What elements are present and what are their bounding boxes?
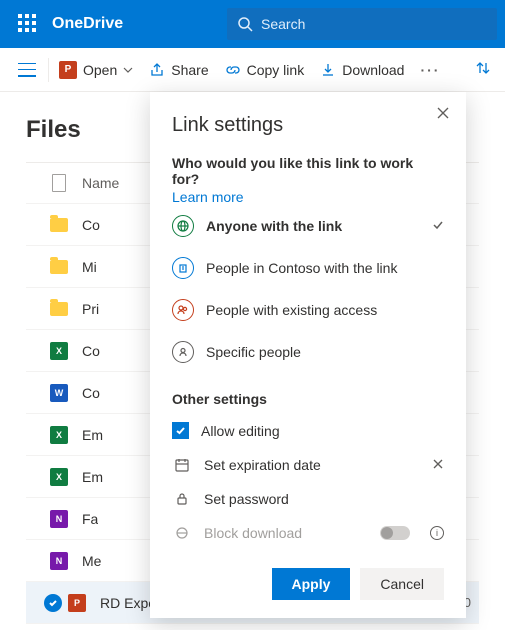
file-generic-icon — [50, 174, 68, 192]
command-bar: Open Share Copy link Download ··· — [0, 48, 505, 92]
more-commands-button[interactable]: ··· — [412, 48, 448, 91]
copy-link-button[interactable]: Copy link — [217, 48, 313, 91]
one-icon: N — [50, 552, 68, 570]
option-label: People in Contoso with the link — [206, 260, 397, 276]
download-icon — [320, 62, 336, 78]
setting-label: Block download — [204, 525, 302, 541]
share-button[interactable]: Share — [141, 48, 216, 91]
app-launcher-icon[interactable] — [18, 14, 38, 34]
lock-icon — [172, 492, 192, 506]
file-name: Me — [82, 553, 101, 569]
option-label: Anyone with the link — [206, 218, 342, 234]
close-icon — [436, 106, 450, 120]
download-label: Download — [342, 62, 404, 78]
scope-option-anyone[interactable]: Anyone with the link — [172, 205, 444, 247]
link-settings-panel: Link settings Who would you like this li… — [150, 92, 466, 618]
block-icon — [172, 526, 192, 540]
divider — [48, 58, 49, 82]
person-icon — [172, 341, 194, 363]
apply-button[interactable]: Apply — [272, 568, 351, 600]
powerpoint-file-icon: P — [68, 594, 86, 612]
option-label: People with existing access — [206, 302, 377, 318]
sort-button[interactable] — [475, 60, 497, 79]
link-icon — [225, 62, 241, 78]
setting-label: Allow editing — [201, 423, 280, 439]
calendar-icon — [172, 457, 192, 473]
scope-option-existing[interactable]: People with existing access — [172, 289, 444, 331]
close-icon — [432, 458, 444, 470]
open-button[interactable]: Open — [51, 48, 141, 91]
xls-icon: X — [50, 342, 68, 360]
copy-link-label: Copy link — [247, 62, 305, 78]
cancel-button[interactable]: Cancel — [360, 568, 444, 600]
checkbox-checked-icon — [172, 422, 189, 439]
column-name[interactable]: Name — [82, 175, 119, 191]
folder-icon — [50, 258, 68, 276]
suite-header: OneDrive Search — [0, 0, 505, 48]
file-name: Mi — [82, 259, 97, 275]
block-download-setting: Block download i — [172, 516, 444, 550]
file-name: Co — [82, 385, 100, 401]
xls-icon: X — [50, 426, 68, 444]
brand-name: OneDrive — [52, 15, 123, 33]
scope-option-specific[interactable]: Specific people — [172, 331, 444, 373]
scope-question: Who would you like this link to work for… — [172, 155, 444, 187]
folder-icon — [50, 300, 68, 318]
file-name: Em — [82, 469, 103, 485]
docx-icon: W — [50, 384, 68, 402]
file-name: Co — [82, 343, 100, 359]
file-name: Pri — [82, 301, 99, 317]
panel-buttons: Apply Cancel — [172, 568, 444, 600]
option-label: Specific people — [206, 344, 301, 360]
other-settings-heading: Other settings — [172, 391, 444, 407]
setting-label: Set password — [204, 491, 289, 507]
close-button[interactable] — [436, 106, 450, 125]
sort-icon — [475, 60, 491, 76]
people-icon — [172, 299, 194, 321]
nav-toggle-icon[interactable] — [18, 63, 36, 77]
ellipsis-icon: ··· — [420, 62, 440, 78]
powerpoint-icon — [59, 61, 77, 79]
xls-icon: X — [50, 468, 68, 486]
chevron-down-icon — [123, 65, 133, 75]
folder-icon — [50, 216, 68, 234]
block-download-toggle — [380, 526, 410, 540]
globe-icon — [172, 215, 194, 237]
info-icon[interactable]: i — [430, 526, 444, 540]
content-area: Files NameCoMiPriXCoWCoXEmXEmNFaNMe P RD… — [0, 92, 505, 624]
expiration-setting[interactable]: Set expiration date — [172, 448, 444, 482]
building-icon — [172, 257, 194, 279]
learn-more-link[interactable]: Learn more — [172, 189, 444, 205]
file-name: Em — [82, 427, 103, 443]
download-button[interactable]: Download — [312, 48, 412, 91]
share-icon — [149, 62, 165, 78]
file-name: Co — [82, 217, 100, 233]
search-placeholder: Search — [261, 16, 305, 32]
search-icon — [237, 16, 253, 32]
file-name: Fa — [82, 511, 98, 527]
allow-editing-toggle[interactable]: Allow editing — [172, 413, 444, 448]
scope-option-org[interactable]: People in Contoso with the link — [172, 247, 444, 289]
open-label: Open — [83, 62, 117, 78]
clear-expiration-button[interactable] — [432, 457, 444, 473]
search-input[interactable]: Search — [227, 8, 497, 40]
share-label: Share — [171, 62, 208, 78]
check-icon — [432, 218, 444, 234]
password-setting[interactable]: Set password — [172, 482, 444, 516]
one-icon: N — [50, 510, 68, 528]
setting-label: Set expiration date — [204, 457, 321, 473]
selection-check-icon[interactable] — [44, 594, 62, 612]
panel-title: Link settings — [172, 114, 444, 137]
